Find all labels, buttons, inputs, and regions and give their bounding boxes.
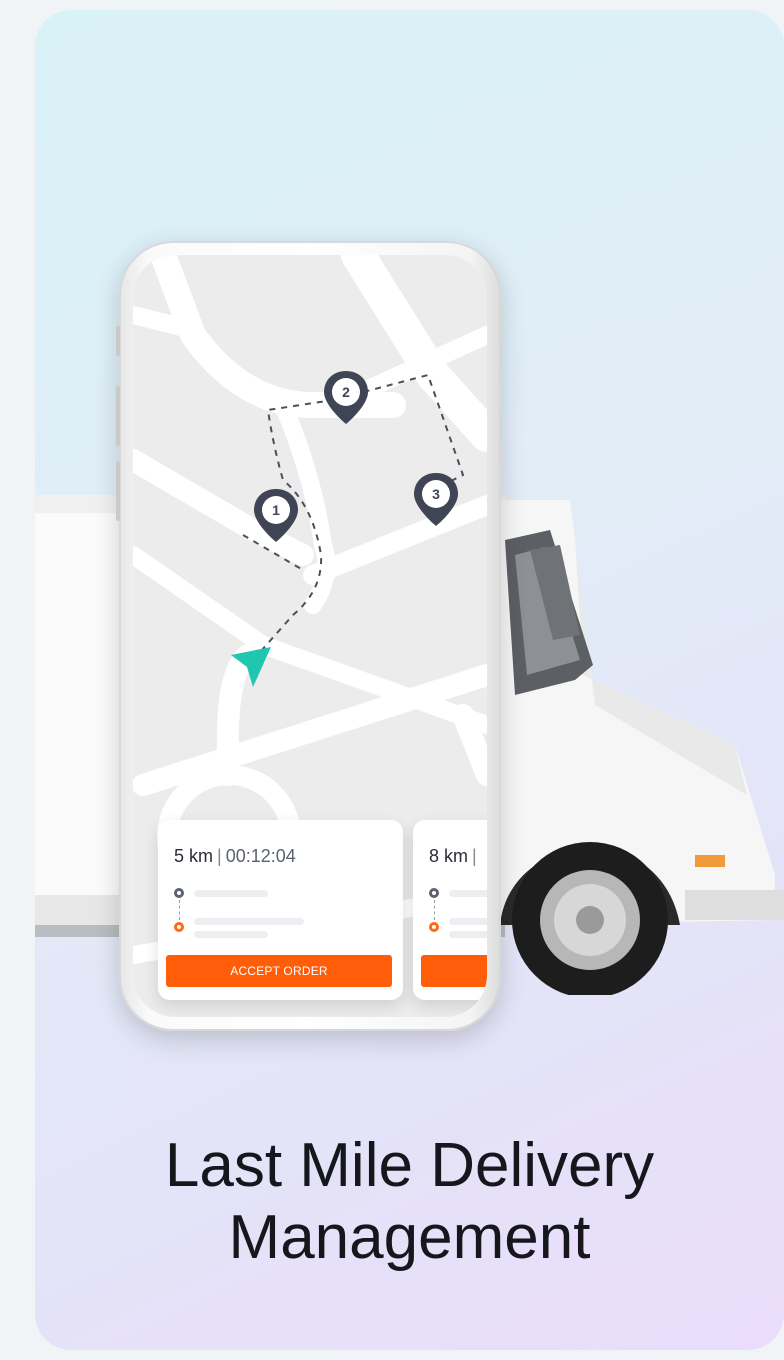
phone-volume-up — [116, 386, 120, 446]
order-distance: 5 km — [174, 846, 214, 866]
order-card-next[interactable]: 8 km | — [413, 820, 487, 1000]
pickup-address-placeholder — [194, 890, 268, 897]
accept-order-button[interactable]: ACCEPT ORDER — [166, 955, 392, 987]
route-connector — [434, 900, 435, 920]
page-title: Last Mile Delivery Management — [35, 1130, 784, 1274]
phone-side-button — [116, 326, 120, 356]
phone-volume-down — [116, 461, 120, 521]
phone-mockup: 1 2 3 5 km | 00:12:04 ACCEPT ORDER 8 km … — [116, 241, 501, 1031]
map-marker-3-icon[interactable]: 3 — [411, 471, 461, 531]
marker-2-label: 2 — [342, 384, 350, 400]
separator: | — [472, 846, 477, 866]
dropoff-address-placeholder — [449, 918, 487, 925]
route-connector — [179, 900, 180, 920]
pickup-address-placeholder — [449, 890, 487, 897]
map-marker-2-icon[interactable]: 2 — [321, 369, 371, 429]
marker-1-label: 1 — [272, 502, 280, 518]
separator: | — [217, 846, 222, 866]
phone-screen: 1 2 3 5 km | 00:12:04 ACCEPT ORDER 8 km … — [133, 255, 487, 1017]
marker-3-label: 3 — [432, 486, 440, 502]
dropoff-dot-icon — [429, 922, 439, 932]
order-card[interactable]: 5 km | 00:12:04 ACCEPT ORDER — [158, 820, 403, 1000]
order-distance-next: 8 km — [429, 846, 469, 866]
map-marker-1-icon[interactable]: 1 — [251, 487, 301, 547]
order-summary: 5 km | 00:12:04 — [174, 846, 296, 867]
promo-card: 1 2 3 5 km | 00:12:04 ACCEPT ORDER 8 km … — [35, 10, 784, 1350]
title-line-1: Last Mile Delivery — [164, 1131, 655, 1200]
pickup-dot-icon — [174, 888, 184, 898]
title-line-2: Management — [228, 1203, 591, 1272]
order-eta: 00:12:04 — [225, 846, 296, 866]
dropoff-address-placeholder-2 — [449, 931, 487, 938]
dropoff-dot-icon — [174, 922, 184, 932]
accept-order-button-next[interactable] — [421, 955, 487, 987]
order-summary-next: 8 km | — [429, 846, 481, 867]
dropoff-address-placeholder-2 — [194, 931, 268, 938]
pickup-dot-icon — [429, 888, 439, 898]
dropoff-address-placeholder — [194, 918, 304, 925]
